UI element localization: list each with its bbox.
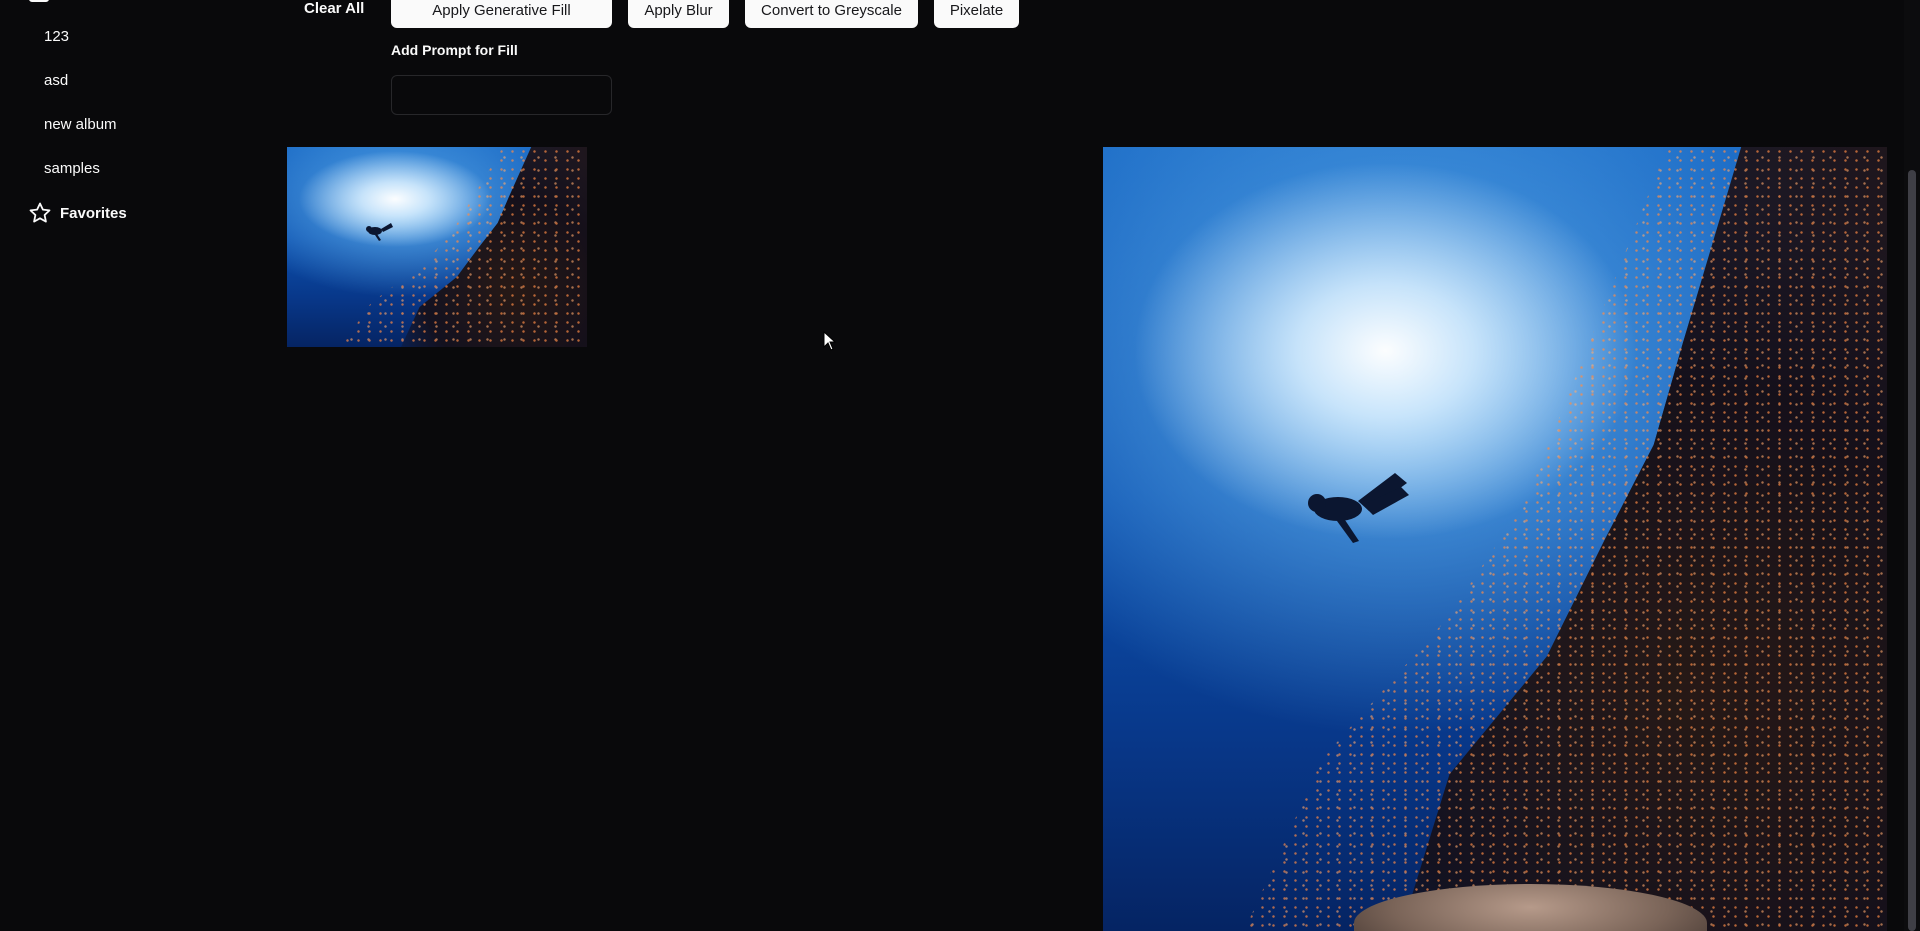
image-thumbnail[interactable]	[287, 147, 587, 347]
vertical-scrollbar[interactable]	[1904, 0, 1920, 931]
prompt-label: Add Prompt for Fill	[391, 42, 518, 58]
favorites-label: Favorites	[60, 204, 127, 222]
album-icon[interactable]	[29, 0, 49, 2]
fish-pattern	[341, 147, 587, 347]
pixelate-button[interactable]: Pixelate	[934, 0, 1019, 28]
sidebar: 123 asd new album samples Favorites	[0, 0, 270, 931]
apply-generative-fill-button[interactable]: Apply Generative Fill	[391, 0, 612, 28]
preview-image	[1103, 147, 1887, 931]
mouse-cursor-icon	[823, 331, 837, 351]
star-icon	[29, 202, 51, 223]
sidebar-album-123[interactable]: 123	[44, 25, 69, 49]
diver-figure	[1308, 473, 1409, 543]
clear-all-button[interactable]: Clear All	[296, 0, 372, 22]
sidebar-album-samples[interactable]: samples	[44, 157, 100, 181]
thumbnail-image	[287, 147, 587, 347]
scrollbar-thumb[interactable]	[1908, 170, 1916, 931]
photo-editor-page: 123 asd new album samples Favorites Clea…	[0, 0, 1920, 931]
sidebar-album-new-album[interactable]: new album	[44, 113, 117, 137]
convert-to-greyscale-button[interactable]: Convert to Greyscale	[745, 0, 918, 28]
image-preview	[1103, 147, 1887, 931]
sidebar-favorites[interactable]: Favorites	[28, 200, 127, 226]
sidebar-album-asd[interactable]: asd	[44, 69, 68, 93]
diver-figure	[366, 223, 393, 241]
apply-blur-button[interactable]: Apply Blur	[628, 0, 729, 28]
prompt-input[interactable]	[391, 75, 612, 115]
fish-pattern	[1244, 147, 1887, 931]
